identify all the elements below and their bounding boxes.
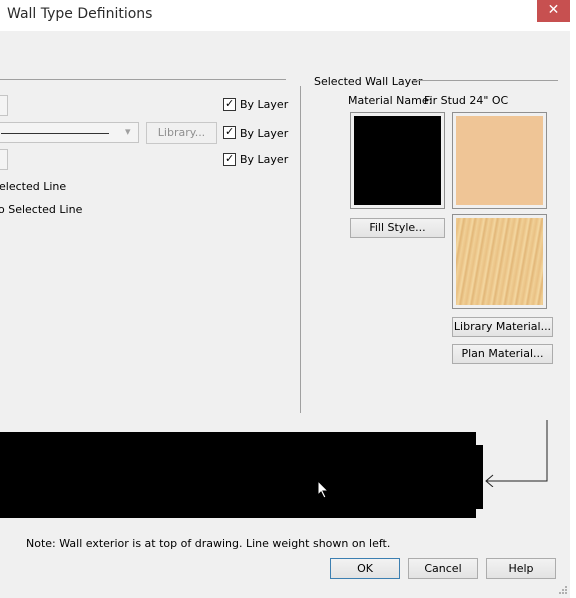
help-button[interactable]: Help bbox=[486, 558, 556, 579]
material-color-swatch[interactable] bbox=[452, 112, 547, 209]
by-layer-checkbox-1[interactable]: ✓ bbox=[223, 97, 236, 111]
by-layer-checkbox-2[interactable]: ✓ bbox=[223, 125, 236, 139]
mouse-cursor-icon bbox=[317, 480, 330, 499]
check-icon: ✓ bbox=[225, 152, 235, 165]
by-layer-label-2: By Layer bbox=[240, 127, 289, 140]
resize-grip-icon[interactable] bbox=[558, 585, 568, 595]
library-material-button[interactable]: Library Material... bbox=[452, 317, 553, 337]
plan-material-button[interactable]: Plan Material... bbox=[452, 344, 553, 364]
cancel-button[interactable]: Cancel bbox=[408, 558, 478, 579]
material-name-label: Material Name: bbox=[348, 94, 433, 107]
ok-button[interactable]: OK bbox=[330, 558, 400, 579]
note-text: Note: Wall exterior is at top of drawing… bbox=[26, 537, 391, 550]
color-field[interactable] bbox=[0, 149, 8, 170]
window-frame bbox=[570, 31, 576, 598]
wall-preview[interactable] bbox=[0, 432, 476, 518]
check-icon: ✓ bbox=[225, 125, 235, 138]
right-group-divider bbox=[412, 80, 558, 81]
line-style-field[interactable] bbox=[0, 95, 8, 116]
line-weight-dropdown[interactable]: ▾ bbox=[0, 122, 139, 143]
option-to-selected-line[interactable]: o Selected Line bbox=[0, 203, 82, 216]
by-layer-label-3: By Layer bbox=[240, 153, 289, 166]
material-name-value: Fir Stud 24" OC bbox=[424, 94, 509, 107]
close-button[interactable]: ✕ bbox=[537, 0, 570, 22]
chevron-down-icon: ▾ bbox=[125, 125, 131, 138]
fill-preview bbox=[354, 116, 441, 205]
panel-divider bbox=[300, 86, 301, 413]
option-selected-line[interactable]: elected Line bbox=[0, 180, 66, 193]
selected-wall-layer-label: Selected Wall Layer bbox=[314, 75, 423, 88]
check-icon: ✓ bbox=[225, 97, 235, 110]
close-icon: ✕ bbox=[547, 2, 560, 18]
material-texture-swatch[interactable] bbox=[452, 214, 547, 309]
by-layer-checkbox-3[interactable]: ✓ bbox=[223, 152, 236, 166]
fill-style-button[interactable]: Fill Style... bbox=[350, 218, 445, 238]
line-sample bbox=[1, 133, 109, 134]
window-title: Wall Type Definitions bbox=[7, 6, 153, 22]
left-group-divider bbox=[0, 79, 286, 80]
selected-layer-arrow bbox=[485, 420, 548, 487]
title-bar: Wall Type Definitions ✕ bbox=[0, 0, 576, 31]
library-button[interactable]: Library... bbox=[146, 122, 217, 144]
wood-texture-image bbox=[456, 218, 543, 305]
by-layer-label-1: By Layer bbox=[240, 98, 289, 111]
material-color-preview bbox=[456, 116, 543, 205]
fill-style-swatch[interactable] bbox=[350, 112, 445, 209]
dialog-body: ✓ By Layer ▾ Library... ✓ By Layer ✓ By … bbox=[0, 31, 570, 598]
